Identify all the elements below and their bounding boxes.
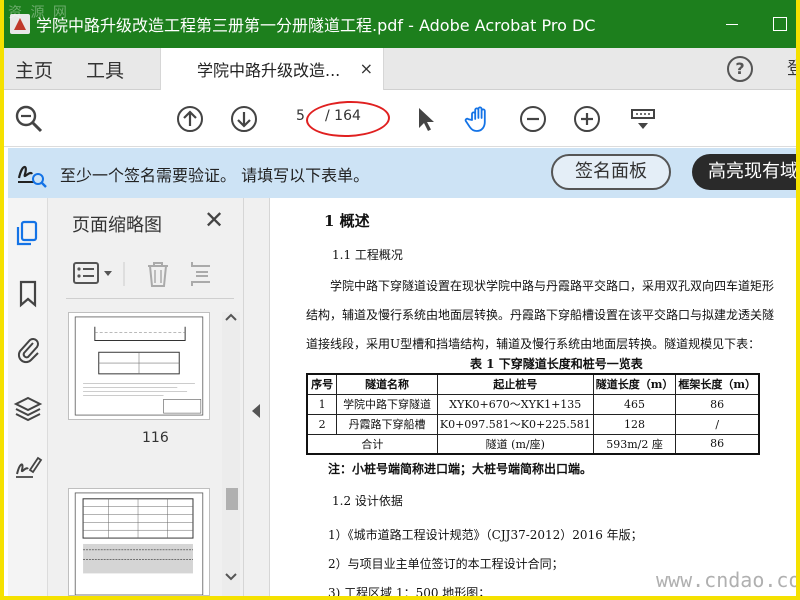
delete-page-icon[interactable] — [148, 262, 168, 287]
app-window: 学院中路升级改造工程第三册第一分册隧道工程.pdf - Adobe Acroba… — [0, 0, 800, 600]
scroll-mode-icon[interactable] — [628, 104, 658, 134]
reference-item: 1）《城市道路工程设计规范》（CJJ37-2012）2016 年版； — [328, 528, 643, 542]
overview-paragraph: 学院中路下穿隧道设置在现状学院中路与丹霞路平交路口，采用双孔双向四车道矩形结构，… — [306, 279, 775, 351]
zoom-in-icon[interactable] — [572, 104, 602, 134]
table-cell: XYK0+670～XYK1+135 — [436, 393, 594, 415]
select-cursor-icon[interactable] — [410, 104, 440, 134]
zoom-search-icon[interactable] — [14, 104, 44, 134]
reference-item: 3) 工程区域 1：500 地形图； — [328, 586, 491, 596]
thumbnail-page-number: 116 — [142, 430, 169, 446]
table-cell: 合计 — [306, 433, 438, 455]
table-cell: 隧道 (m/座) — [436, 433, 594, 455]
table-header-cell: 序号 — [306, 373, 338, 395]
title-bar: 学院中路升级改造工程第三册第一分册隧道工程.pdf - Adobe Acroba… — [4, 0, 796, 48]
toolbar — [4, 91, 796, 147]
attachment-icon[interactable] — [13, 334, 43, 364]
table-cell: 593m/2 座 — [592, 433, 677, 455]
thumbnail-tools — [73, 262, 210, 287]
table-cell: 1 — [306, 393, 338, 415]
window-title: 学院中路升级改造工程第三册第一分册隧道工程.pdf - Adobe Acroba… — [36, 16, 596, 35]
tab-document[interactable]: 学院中路升级改造... × — [160, 48, 384, 90]
table-header-cell: 隧道长度（m） — [592, 373, 677, 395]
tab-home[interactable]: 主页 — [15, 48, 53, 90]
reference-item: 2）与项目业主单位签订的本工程设计合同； — [328, 557, 564, 571]
page-thumbnail-116[interactable] — [68, 312, 210, 420]
table-header-cell: 起止桩号 — [436, 373, 594, 395]
layers-icon[interactable] — [13, 394, 43, 424]
minimize-button[interactable] — [708, 0, 756, 48]
table-total-row: 合计 隧道 (m/座) 593m/2 座 86 — [306, 433, 760, 455]
scroll-up-icon[interactable] — [224, 312, 238, 322]
thumbnail-options-icon[interactable] — [73, 262, 112, 284]
signature-message: 至少一个签名需要验证。 请填写以下表单。 — [60, 166, 370, 185]
table-header-cell: 框架长度（m） — [675, 373, 760, 395]
table-cell: 128 — [592, 413, 677, 435]
collapse-arrow-icon — [252, 404, 260, 418]
window-controls — [708, 0, 796, 48]
current-page-input[interactable]: 5 — [296, 108, 305, 124]
subsection-heading-basis: 1.2 设计依据 — [332, 494, 403, 508]
table-cell: 丹霞路下穿船槽 — [336, 413, 438, 435]
table-cell: 2 — [306, 413, 338, 435]
collapse-panel-handle[interactable] — [244, 198, 270, 596]
table-cell: / — [675, 413, 760, 435]
watermark-bottom-right: www.cndao.com — [656, 568, 800, 592]
tab-tools[interactable]: 工具 — [86, 48, 124, 90]
bookmark-icon[interactable] — [13, 278, 43, 308]
highlight-fields-button[interactable]: 高亮现有域 — [692, 154, 796, 190]
table-row: 1 学院中路下穿隧道 XYK0+670～XYK1+135 465 86 — [306, 393, 760, 415]
signature-panel-button[interactable]: 签名面板 — [551, 154, 671, 190]
signature-pen-icon[interactable] — [13, 450, 43, 480]
sign-in-link[interactable]: 登 — [787, 48, 796, 90]
scrollbar-thumb[interactable] — [226, 488, 238, 510]
subsection-heading-overview: 1.1 工程概况 — [332, 248, 403, 262]
close-tab-icon[interactable]: × — [360, 59, 373, 78]
page-thumbnails-panel: 页面缩略图 ✕ 116 — [48, 198, 244, 596]
document-view[interactable]: 1 概述 1.1 工程概况 学院中路下穿隧道设置在现状学院中路与丹霞路平交路口，… — [270, 198, 796, 596]
watermark-top-left: 资 源 网 — [8, 5, 69, 21]
table-cell: 86 — [675, 433, 760, 455]
table-cell: 465 — [592, 393, 677, 415]
table-caption: 表 1 下穿隧道长度和桩号一览表 — [470, 357, 643, 371]
next-page-icon[interactable] — [229, 104, 259, 134]
tunnel-table: 序号 隧道名称 起止桩号 隧道长度（m） 框架长度（m） 1 学院中路下穿隧道 … — [306, 373, 760, 455]
left-navigation-rail — [8, 198, 48, 596]
signature-verify-icon — [17, 165, 47, 188]
scroll-down-icon[interactable] — [224, 572, 238, 582]
page-thumbnails-icon[interactable] — [13, 218, 43, 248]
table-header-cell: 隧道名称 — [336, 373, 438, 395]
document-tab-label: 学院中路升级改造... — [197, 61, 341, 80]
thumbnail-scrollbar[interactable] — [222, 312, 240, 596]
panel-divider — [66, 298, 234, 299]
table-cell: K0+097.581～K0+225.581 — [436, 413, 594, 435]
table-cell: 学院中路下穿隧道 — [336, 393, 438, 415]
signature-message-bar: 至少一个签名需要验证。 请填写以下表单。 签名面板 高亮现有域 — [8, 148, 796, 198]
table-cell: 86 — [675, 393, 760, 415]
crop-page-icon[interactable] — [191, 262, 210, 286]
maximize-button[interactable] — [756, 0, 796, 48]
close-panel-icon[interactable]: ✕ — [204, 206, 224, 234]
hand-tool-icon[interactable] — [464, 104, 494, 134]
previous-page-icon[interactable] — [175, 104, 205, 134]
page-thumbnail-117[interactable] — [68, 488, 210, 596]
table-row: 2 丹霞路下穿船槽 K0+097.581～K0+225.581 128 / — [306, 413, 760, 435]
zoom-out-icon[interactable] — [518, 104, 548, 134]
table-header-row: 序号 隧道名称 起止桩号 隧道长度（m） 框架长度（m） — [306, 373, 760, 395]
tab-bar: 主页 工具 学院中路升级改造... × ? 登 — [4, 48, 796, 90]
table-note: 注：小桩号端简称进口端；大桩号端简称出口端。 — [328, 462, 593, 476]
help-icon[interactable]: ? — [727, 56, 753, 82]
section-heading: 1 概述 — [324, 212, 370, 230]
thumbnails-panel-title: 页面缩略图 — [72, 215, 162, 236]
